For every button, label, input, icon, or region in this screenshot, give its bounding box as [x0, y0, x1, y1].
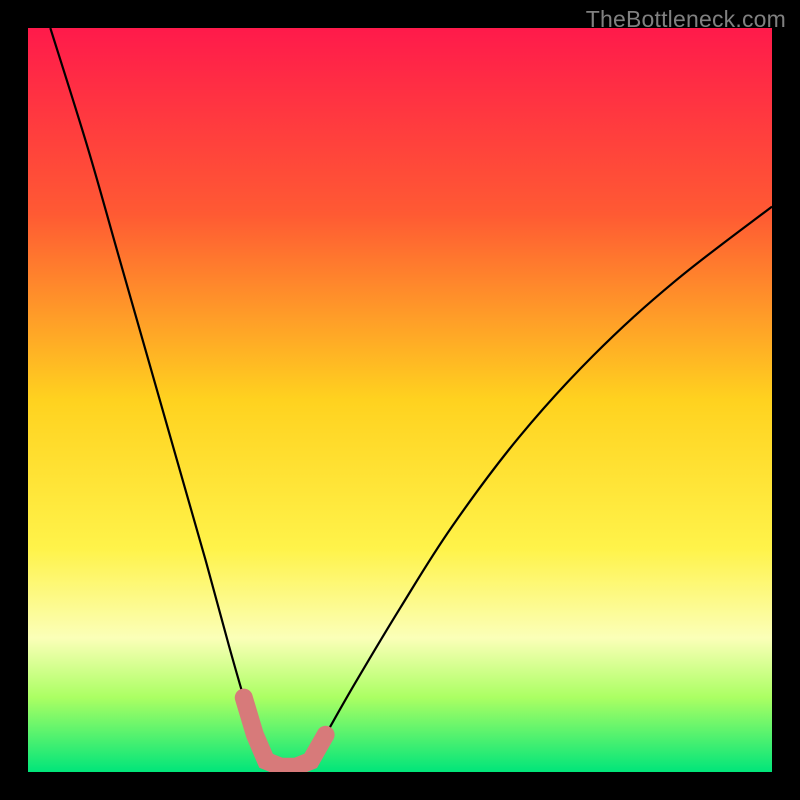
curve-layer: [28, 28, 772, 772]
highlight-band: [244, 698, 326, 767]
plot-area: [28, 28, 772, 772]
watermark-label: TheBottleneck.com: [586, 6, 786, 33]
chart-frame: TheBottleneck.com: [0, 0, 800, 800]
bottleneck-curve: [50, 28, 772, 768]
